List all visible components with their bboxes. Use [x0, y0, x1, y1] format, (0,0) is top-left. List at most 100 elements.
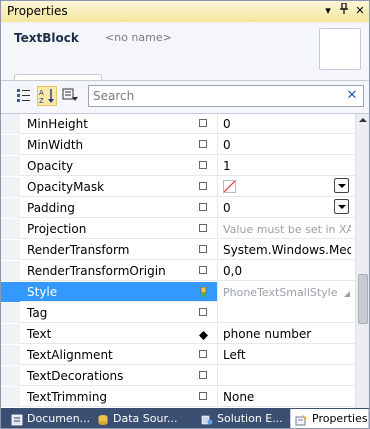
pin-icon[interactable] [337, 2, 351, 19]
row-margin [1, 261, 20, 281]
property-value[interactable]: Left [223, 348, 351, 362]
property-marker-icon[interactable] [199, 371, 207, 379]
property-marker-icon[interactable] [199, 350, 207, 358]
padding-dropdown-button[interactable] [334, 199, 349, 214]
property-value-cell[interactable]: PhoneTextSmallStyle [217, 282, 355, 302]
property-row-rendertransform[interactable]: RenderTransform System.Windows.Media.Mat… [1, 240, 355, 260]
property-value-cell[interactable] [217, 366, 355, 386]
categorized-view-button[interactable] [15, 86, 35, 106]
property-marker-icon[interactable] [199, 245, 207, 253]
scroll-up-arrow-icon[interactable] [359, 118, 367, 122]
property-row-textalignment[interactable]: TextAlignment Left [1, 345, 355, 365]
property-row-style[interactable]: Style PhoneTextSmallStyle [1, 282, 355, 302]
clear-search-icon[interactable]: ✕ [345, 88, 359, 104]
property-row-minwidth[interactable]: MinWidth 0 [1, 135, 355, 155]
property-row-projection[interactable]: Projection Value must be set in XAML [1, 219, 355, 239]
property-value-cell[interactable]: 0 [217, 135, 355, 155]
window-titlebar[interactable]: Properties ▾ ✕ [1, 1, 369, 23]
row-margin [1, 387, 20, 407]
property-row-opacitymask[interactable]: OpacityMask [1, 177, 355, 197]
properties-toolbar: AZ ✕ [1, 80, 369, 113]
property-value[interactable]: 0 [223, 138, 351, 152]
property-row-textdecorations[interactable]: TextDecorations [1, 366, 355, 386]
dock-tab-solution-explorer[interactable]: Solution E... [201, 409, 285, 428]
null-brush-swatch[interactable] [223, 180, 236, 193]
row-margin [1, 177, 20, 197]
property-value-cell[interactable]: 0 [217, 114, 355, 134]
property-value-cell[interactable]: phone number [217, 324, 355, 344]
object-type: TextBlock [14, 31, 79, 45]
dropdown-icon[interactable]: ▾ [321, 3, 335, 19]
scrollbar-thumb[interactable] [358, 274, 368, 324]
property-marker-icon[interactable] [199, 161, 207, 169]
property-value[interactable]: 0 [223, 201, 323, 215]
property-marker-icon[interactable] [199, 182, 207, 190]
local-value-marker-icon[interactable] [199, 329, 208, 340]
resize-grip-icon [344, 291, 350, 297]
property-value[interactable]: 0 [223, 117, 351, 131]
properties-icon [295, 413, 307, 426]
row-margin [1, 324, 20, 344]
property-row-rendertransformorigin[interactable]: RenderTransformOrigin 0,0 [1, 261, 355, 281]
row-margin [1, 135, 20, 155]
property-row-tag[interactable]: Tag [1, 303, 355, 323]
property-value[interactable]: System.Windows.Media.MatrixTransform [223, 243, 351, 257]
property-value-cell[interactable]: System.Windows.Media.MatrixTransform [217, 240, 355, 260]
property-value[interactable]: phone number [223, 327, 351, 341]
row-margin [1, 156, 20, 176]
dock-tab-properties[interactable]: Properties [290, 409, 369, 428]
property-row-padding[interactable]: Padding 0 [1, 198, 355, 218]
property-value-cell[interactable]: 0,0 [217, 261, 355, 281]
row-margin [1, 282, 20, 302]
row-margin [1, 114, 20, 134]
property-value-cell[interactable] [217, 303, 355, 323]
close-icon[interactable]: ✕ [353, 3, 367, 19]
property-marker-icon[interactable] [199, 140, 207, 148]
alphabetical-sort-button[interactable]: AZ [37, 86, 57, 106]
dock-tab-label: Properties [312, 412, 368, 425]
property-marker-icon[interactable] [199, 266, 207, 274]
property-marker-icon[interactable] [199, 203, 207, 211]
property-row-opacity[interactable]: Opacity 1 [1, 156, 355, 176]
svg-text:A: A [39, 89, 44, 97]
property-name: Tag [27, 306, 48, 320]
property-value-cell: Value must be set in XAML [217, 219, 355, 239]
property-row-minheight[interactable]: MinHeight 0 [1, 114, 355, 134]
dock-tab-data-sources[interactable]: Data Sour... [97, 409, 195, 428]
property-value[interactable]: None [223, 390, 351, 404]
property-name: OpacityMask [27, 180, 105, 194]
property-name: Projection [27, 222, 87, 236]
row-margin [1, 366, 20, 386]
property-marker-icon[interactable] [199, 308, 207, 316]
filter-view-button[interactable] [61, 86, 81, 106]
search-box[interactable]: ✕ [88, 85, 364, 107]
property-marker-icon[interactable] [199, 392, 207, 400]
svg-text:Z: Z [39, 97, 44, 105]
property-value-cell[interactable]: Left [217, 345, 355, 365]
property-value[interactable]: 0,0 [223, 264, 351, 278]
property-value-cell[interactable]: None [217, 387, 355, 407]
object-name[interactable]: <no name> [105, 31, 172, 44]
property-value-cell[interactable]: 0 [217, 198, 355, 218]
property-name: Style [27, 285, 58, 299]
dock-tab-label: Solution E... [217, 412, 283, 425]
property-name: TextTrimming [27, 390, 108, 404]
document-outline-icon [11, 413, 23, 426]
property-marker-icon[interactable] [199, 119, 207, 127]
property-value[interactable]: PhoneTextSmallStyle [223, 286, 351, 299]
property-name: Padding [27, 201, 75, 215]
dock-tab-document-outline[interactable]: Documen... [11, 409, 91, 428]
property-grid: MinHeight 0 MinWidth 0 Opacity 1 Opacity… [1, 113, 369, 409]
property-value-cell[interactable]: 1 [217, 156, 355, 176]
property-marker-icon[interactable] [199, 224, 207, 232]
property-value: Value must be set in XAML [223, 223, 351, 236]
search-input[interactable] [93, 88, 333, 104]
property-value-cell[interactable] [217, 177, 355, 197]
brush-dropdown-button[interactable] [334, 178, 349, 193]
property-value[interactable]: 1 [223, 159, 351, 173]
properties-panel: Properties ▾ ✕ TextBlock <no name> Prope… [0, 0, 370, 429]
property-row-texttrimming[interactable]: TextTrimming None [1, 387, 355, 407]
vertical-scrollbar[interactable] [355, 114, 369, 409]
property-row-text[interactable]: Text phone number [1, 324, 355, 344]
resource-marker-icon[interactable] [199, 286, 208, 297]
